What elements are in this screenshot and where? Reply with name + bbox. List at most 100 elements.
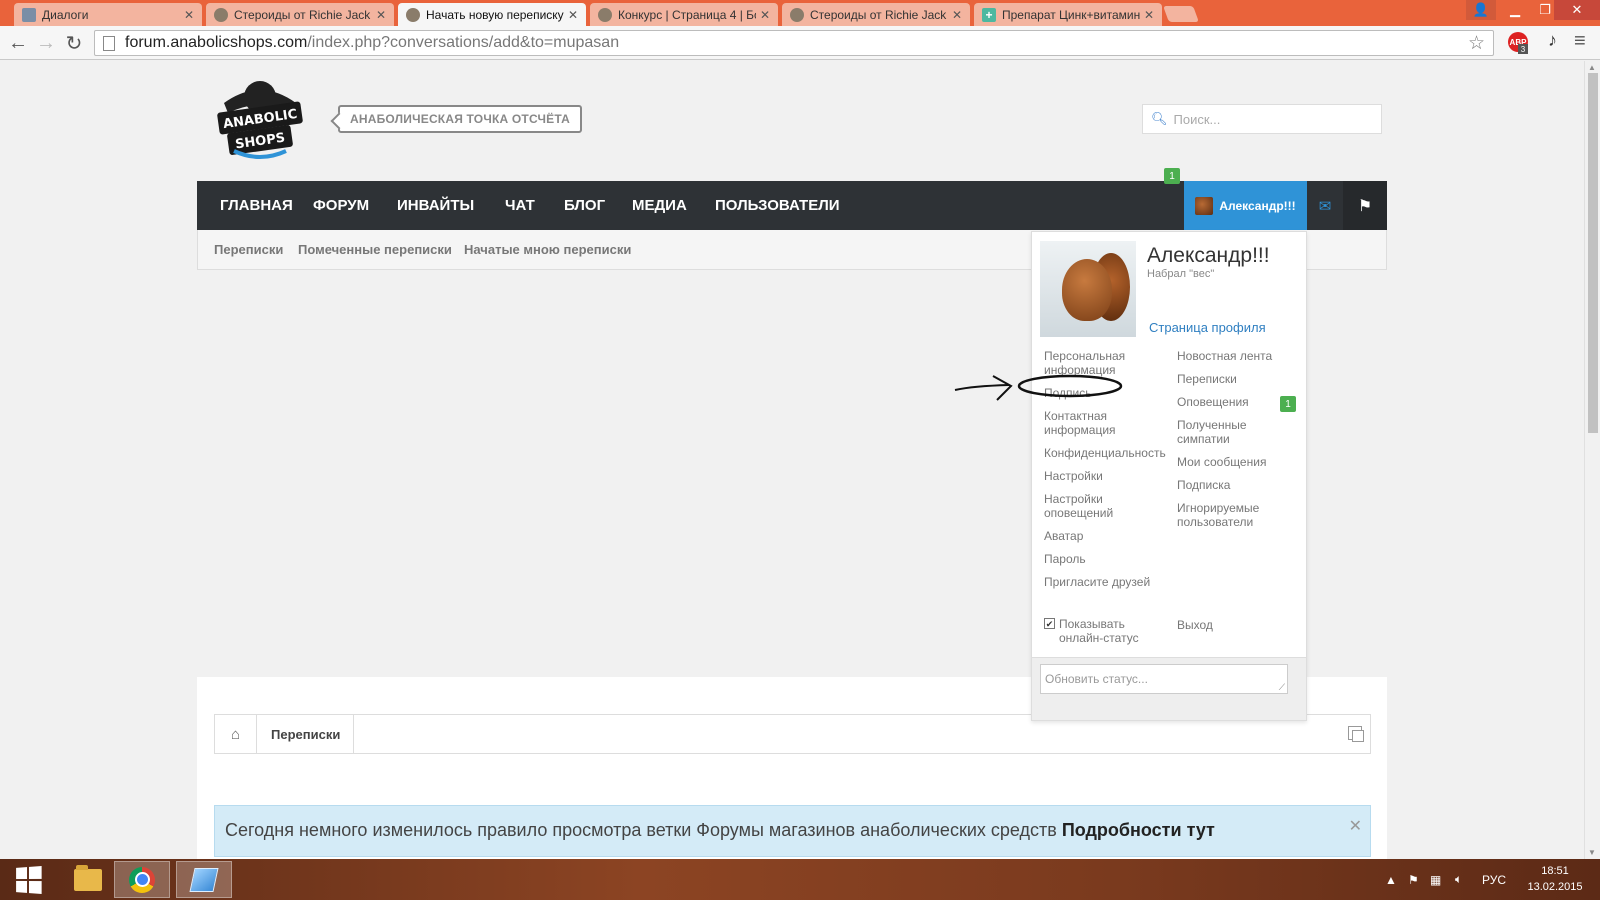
page-scrollbar[interactable]: ▲ ▼ [1584,61,1600,859]
tab-title: Диалоги [42,7,89,22]
back-icon[interactable]: ← [6,31,30,55]
browser-tab[interactable]: + Препарат Цинк+витамин ✕ [974,3,1162,26]
search-input[interactable]: 🔍︎ Поиск... [1142,104,1382,134]
nav-item-home[interactable]: ГЛАВНАЯ [220,181,293,230]
menu-privacy[interactable]: Конфиденциальность [1044,446,1166,460]
menu-preferences[interactable]: Настройки [1044,469,1162,483]
checkbox-checked-icon[interactable]: ✔ [1044,618,1055,629]
folder-icon [74,864,102,891]
avatar [1195,196,1214,215]
tab-close-icon[interactable]: ✕ [760,8,770,22]
avatar-squirrel-body [1062,259,1112,321]
user-menu-button[interactable]: Александр!!! [1184,181,1307,230]
page-icon [103,35,115,51]
menu-news-feed[interactable]: Новостная лента [1177,349,1295,363]
browser-tab[interactable]: Конкурс | Страница 4 | Бо ✕ [590,3,778,26]
medical-cross-icon: + [982,7,996,22]
subnav-conversations[interactable]: Переписки [214,242,283,257]
tab-title: Стероиды от Richie Jack - [234,7,372,22]
network-icon[interactable]: ▦ [1430,859,1441,900]
flag-icon[interactable]: ⚑ [1343,181,1387,230]
close-window-icon[interactable]: ✕ [1554,0,1600,20]
browser-tab[interactable]: Стероиды от Richie Jack - ✕ [206,3,394,26]
envelope-icon[interactable]: ✉ [1307,181,1343,230]
scroll-up-icon[interactable]: ▲ [1588,63,1596,72]
scrollbar-thumb[interactable] [1588,73,1598,433]
browser-tab[interactable]: Стероиды от Richie Jack - ✕ [782,3,970,26]
forward-icon[interactable]: → [34,31,58,55]
scroll-down-icon[interactable]: ▼ [1588,848,1596,857]
bookmark-star-icon[interactable]: ☆ [1468,32,1485,55]
tab-close-icon[interactable]: ✕ [952,8,962,22]
notice-link[interactable]: Подробности тут [1062,820,1215,840]
keyboard-language[interactable]: РУС [1482,859,1506,900]
tab-close-icon[interactable]: ✕ [568,8,578,22]
start-button[interactable] [0,861,56,898]
system-clock[interactable]: 18:51 13.02.2015 [1520,863,1590,895]
search-icon: 🔍︎ [1151,111,1168,126]
status-input[interactable]: Обновить статус... [1040,664,1288,694]
subnav-starred-conversations[interactable]: Помеченные переписки [298,242,452,257]
music-note-icon[interactable]: ♪ [1548,30,1557,51]
volume-icon[interactable]: 🔈︎ [1455,859,1462,900]
menu-subscription[interactable]: Подписка [1177,478,1295,492]
minimize-icon[interactable]: ▁ [1500,0,1530,20]
copy-link-icon[interactable] [1348,726,1364,742]
menu-contact-details[interactable]: Контактная информация [1044,409,1162,437]
forum-icon [790,7,804,22]
nav-item-blog[interactable]: БЛОГ [564,181,605,230]
notice-body: Сегодня немного изменилось правило просм… [225,820,1062,840]
show-online-checkbox[interactable]: ✔ Показывать онлайн-статус [1044,617,1164,645]
tab-close-icon[interactable]: ✕ [376,8,386,22]
show-online-label: Показывать онлайн-статус [1059,617,1139,645]
nav-item-invites[interactable]: ИНВАЙТЫ [397,181,474,230]
taskbar-explorer[interactable] [60,861,116,898]
new-tab-button[interactable] [1163,6,1199,22]
action-center-flag-icon[interactable]: ⚑ [1408,859,1419,900]
site-logo[interactable]: ANABOLIC SHOPS [214,73,306,163]
menu-likes-received[interactable]: Полученные симпатии [1177,418,1295,446]
menu-alerts[interactable]: Оповещения [1177,395,1295,409]
close-icon[interactable]: ✕ [1349,816,1362,836]
taskbar-chrome[interactable] [114,861,170,898]
clock-time: 18:51 [1541,865,1569,877]
menu-conversations[interactable]: Переписки [1177,372,1295,386]
chrome-menu-icon[interactable]: ≡ [1574,30,1586,53]
hand-drawn-arrow-annotation [954,374,1123,401]
nav-item-media[interactable]: МЕДИА [632,181,687,230]
browser-tab-active[interactable]: Начать новую переписку ✕ [398,3,586,26]
activity-links: Новостная лента Переписки Оповещения Пол… [1177,349,1295,538]
nav-item-users[interactable]: ПОЛЬЗОВАТЕЛИ [715,181,840,230]
tab-close-icon[interactable]: ✕ [184,8,194,22]
site-logo-graphic: ANABOLIC SHOPS [217,81,303,159]
menu-ignored-users[interactable]: Игнорируемые пользователи [1177,501,1295,529]
windows-logo-icon [16,865,42,894]
menu-invite-friends[interactable]: Пригласите друзей [1044,575,1162,589]
chat-icon [22,7,36,22]
status-update-area: Обновить статус... [1032,657,1306,720]
profile-page-link[interactable]: Страница профиля [1149,320,1266,335]
tab-close-icon[interactable]: ✕ [1144,8,1154,22]
profile-icon[interactable]: 👤 [1466,0,1496,20]
menu-alert-preferences[interactable]: Настройки оповещений [1044,492,1162,520]
address-bar[interactable]: forum.anabolicshops.com /index.php?conve… [94,30,1494,56]
nav-item-forum[interactable]: ФОРУМ [313,181,369,230]
breadcrumb-item[interactable]: Переписки [271,727,340,742]
menu-avatar[interactable]: Аватар [1044,529,1162,543]
nav-item-chat[interactable]: ЧАТ [505,181,535,230]
logout-link[interactable]: Выход [1177,618,1213,632]
site-tagline: АНАБОЛИЧЕСКАЯ ТОЧКА ОТСЧЁТА [338,105,583,133]
home-icon[interactable]: ⌂ [215,715,257,753]
browser-tab[interactable]: Диалоги ✕ [14,3,202,26]
taskbar-paint[interactable] [176,861,232,898]
profile-avatar[interactable] [1040,241,1136,337]
tray-expand-icon[interactable]: ▲ [1385,859,1397,900]
clock-date: 13.02.2015 [1527,881,1583,893]
menu-your-content[interactable]: Мои сообщения [1177,455,1295,469]
dropdown-username[interactable]: Александр!!! [1147,244,1270,268]
breadcrumb-separator [353,715,354,753]
subnav-started-conversations[interactable]: Начатые мною переписки [464,242,631,257]
alerts-badge: 1 [1164,168,1180,184]
menu-password[interactable]: Пароль [1044,552,1162,566]
reload-icon[interactable]: ↻ [62,31,86,55]
